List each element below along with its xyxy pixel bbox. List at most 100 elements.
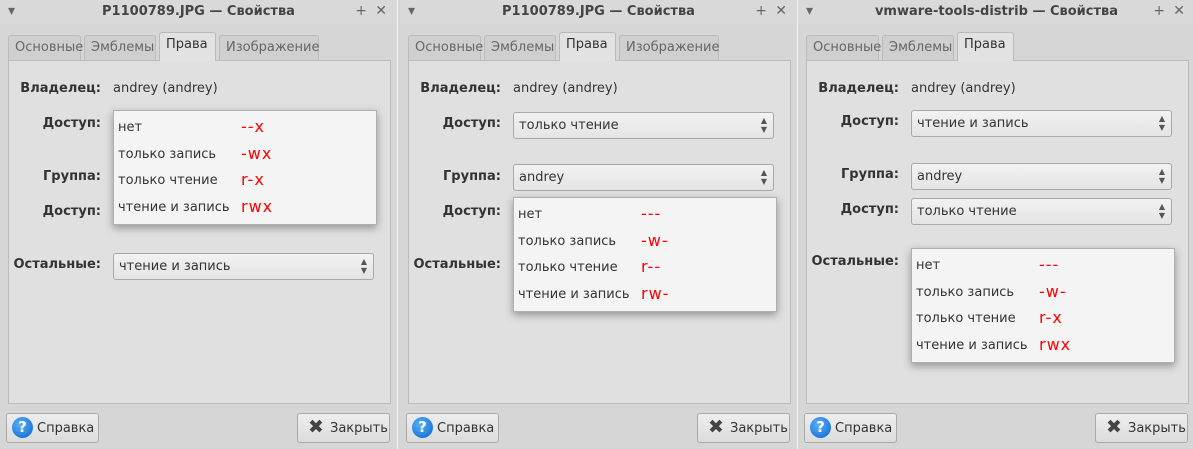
close-icon[interactable]: ✕ xyxy=(775,3,787,19)
option-label: только чтение xyxy=(518,260,618,275)
dropdown-option[interactable]: чтение и запись rw- xyxy=(518,283,772,313)
title-bar: ▾ vmware-tools-distrib — Свойства + ✕ xyxy=(798,0,1193,24)
help-button[interactable]: ? Справка xyxy=(406,413,499,443)
combo-value: чтение и запись xyxy=(119,259,231,274)
tab-2[interactable]: Права xyxy=(559,32,616,61)
option-label: нет xyxy=(916,258,941,273)
close-x-icon: ✖ xyxy=(708,416,724,438)
dropdown-option[interactable]: нет --- xyxy=(916,255,1170,284)
properties-window: ▾ vmware-tools-distrib — Свойства + ✕ Основн… xyxy=(798,0,1193,449)
permission-dropdown-list: нет --- только запись -w-только чтение r-- чт… xyxy=(513,197,777,312)
group-access-label: Доступ: xyxy=(42,204,101,219)
dropdown-option[interactable]: только чтение r-- xyxy=(518,257,772,286)
updown-arrow-icon: ▲ ▼ xyxy=(1158,114,1165,132)
others-access-combo[interactable]: чтение и запись ▲ ▼ xyxy=(113,253,374,280)
close-label: Закрыть xyxy=(1128,421,1186,436)
option-permission-code: -w- xyxy=(641,230,669,250)
close-icon[interactable]: ✕ xyxy=(1173,3,1185,19)
help-icon: ? xyxy=(12,417,33,438)
option-label: только запись xyxy=(916,284,1015,300)
owner-value: andrey (andrey) xyxy=(513,81,618,96)
tab-2[interactable]: Права xyxy=(957,32,1014,61)
maximize-icon[interactable]: + xyxy=(355,3,367,19)
owner-value: andrey (andrey) xyxy=(113,81,218,96)
tab-3[interactable]: Изображение xyxy=(619,35,719,60)
maximize-icon[interactable]: + xyxy=(755,3,767,19)
option-permission-code: --x xyxy=(241,117,266,136)
option-label: чтение и запись xyxy=(518,286,630,302)
close-x-icon: ✖ xyxy=(1106,416,1122,438)
option-label: чтение и запись xyxy=(118,199,230,215)
dropdown-option[interactable]: нет --x xyxy=(118,117,372,146)
tab-1[interactable]: Эмблемы xyxy=(484,35,556,60)
dropdown-option[interactable]: только чтение r-x xyxy=(118,170,372,199)
dropdown-option[interactable]: нет --- xyxy=(518,204,772,233)
group-combo[interactable]: andrey ▲ ▼ xyxy=(911,163,1172,190)
help-icon: ? xyxy=(412,417,433,438)
dropdown-option[interactable]: только чтение r-x xyxy=(916,308,1170,337)
owner-label: Владелец: xyxy=(818,81,899,96)
option-label: только чтение xyxy=(118,173,218,188)
group-access-label: Доступ: xyxy=(442,204,501,219)
owner-access-combo[interactable]: только чтение ▲ ▼ xyxy=(513,112,774,139)
dropdown-option[interactable]: чтение и запись rwx xyxy=(118,196,372,226)
tab-1[interactable]: Эмблемы xyxy=(882,35,954,60)
close-button[interactable]: ✖ Закрыть xyxy=(297,413,390,443)
option-permission-code: r-x xyxy=(1039,308,1063,327)
dropdown-option[interactable]: только запись -wx xyxy=(118,144,372,173)
close-button[interactable]: ✖ Закрыть xyxy=(697,413,790,443)
dropdown-option[interactable]: только запись -w- xyxy=(916,281,1170,311)
others-label: Остальные: xyxy=(811,254,899,269)
help-button[interactable]: ? Справка xyxy=(6,413,99,443)
updown-arrow-icon: ▲ ▼ xyxy=(360,257,367,275)
window-title: P1100789.JPG — Свойства xyxy=(102,4,295,19)
owner-access-label: Доступ: xyxy=(442,116,501,131)
maximize-icon[interactable]: + xyxy=(1153,3,1165,19)
tab-2[interactable]: Права xyxy=(159,32,216,61)
option-label: только запись xyxy=(118,146,217,162)
tab-0[interactable]: Основные xyxy=(806,35,881,60)
option-label: нет xyxy=(518,207,543,222)
tab-0[interactable]: Основные xyxy=(408,35,483,60)
help-label: Справка xyxy=(37,421,95,436)
combo-value: andrey xyxy=(519,170,565,185)
group-label: Группа: xyxy=(443,169,501,184)
owner-value: andrey (andrey) xyxy=(911,81,1016,96)
close-x-icon: ✖ xyxy=(308,416,324,438)
option-permission-code: -w- xyxy=(1039,281,1067,301)
permission-dropdown-list: нет --- только запись -w-только чтение r-x чт… xyxy=(911,248,1175,363)
help-button[interactable]: ? Справка xyxy=(804,413,897,443)
option-permission-code: rw- xyxy=(641,283,670,303)
combo-value: чтение и запись xyxy=(917,116,1029,131)
group-access-label: Доступ: xyxy=(840,202,899,217)
dropdown-option[interactable]: только запись -w- xyxy=(518,230,772,260)
option-permission-code: rwx xyxy=(241,196,274,216)
help-label: Справка xyxy=(437,421,495,436)
window-title: vmware-tools-distrib — Свойства xyxy=(874,4,1119,19)
owner-label: Владелец: xyxy=(420,81,501,96)
owner-access-label: Доступ: xyxy=(840,114,899,129)
properties-window: ▾ P1100789.JPG — Свойства + ✕ Основные Эмблем… xyxy=(0,0,398,449)
tab-3[interactable]: Изображение xyxy=(219,35,319,60)
option-permission-code: --- xyxy=(1039,255,1060,274)
option-label: только чтение xyxy=(916,311,1016,326)
close-label: Закрыть xyxy=(730,421,788,436)
tab-0[interactable]: Основные xyxy=(8,35,83,60)
window-title: P1100789.JPG — Свойства xyxy=(502,4,695,19)
dropdown-option[interactable]: чтение и запись rwx xyxy=(916,334,1170,364)
option-label: нет xyxy=(118,120,143,135)
close-button[interactable]: ✖ Закрыть xyxy=(1095,413,1188,443)
option-permission-code: r-x xyxy=(241,170,265,189)
tab-1[interactable]: Эмблемы xyxy=(84,35,156,60)
group-label: Группа: xyxy=(841,167,899,182)
group-access-combo[interactable]: только чтение ▲ ▼ xyxy=(911,198,1172,225)
updown-arrow-icon: ▲ ▼ xyxy=(760,116,767,134)
option-permission-code: rwx xyxy=(1039,334,1072,354)
owner-access-combo[interactable]: чтение и запись ▲ ▼ xyxy=(911,110,1172,137)
group-combo[interactable]: andrey ▲ ▼ xyxy=(513,164,774,191)
combo-value: только чтение xyxy=(519,118,619,133)
updown-arrow-icon: ▲ ▼ xyxy=(760,168,767,186)
group-label: Группа: xyxy=(43,169,101,184)
owner-access-label: Доступ: xyxy=(42,116,101,131)
close-icon[interactable]: ✕ xyxy=(375,3,387,19)
